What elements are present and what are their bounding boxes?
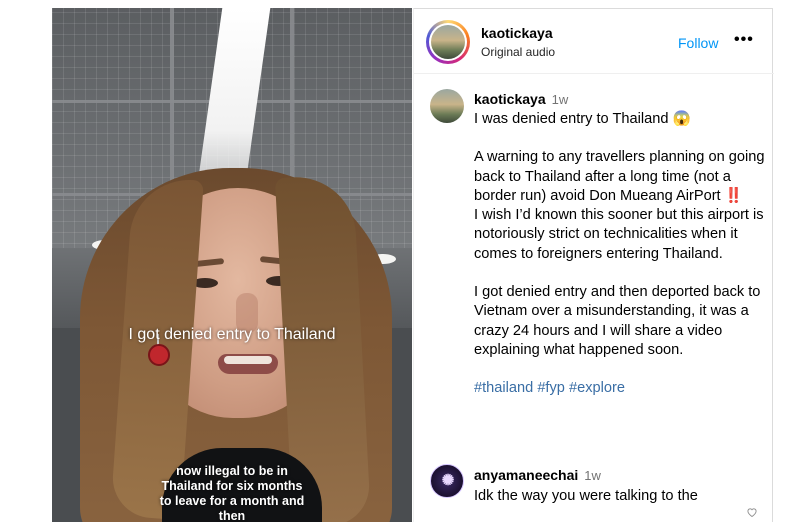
instagram-post-view: I got denied entry to Thailand now illeg… — [0, 0, 800, 522]
comment-username[interactable]: anyamaneechai — [474, 467, 578, 483]
video-caption-sub: now illegal to be in Thailand for six mo… — [52, 464, 412, 522]
caption-line: Thailand for six months — [161, 479, 303, 493]
caption-paragraph: I got denied entry and then deported bac… — [474, 284, 761, 358]
hashtag-list: #thailand #fyp #explore — [474, 379, 766, 398]
audio-label[interactable]: Original audio — [481, 45, 555, 59]
caption-line: then — [218, 509, 246, 522]
caption-avatar[interactable] — [430, 89, 464, 123]
reel-video[interactable]: I got denied entry to Thailand now illeg… — [52, 8, 412, 522]
more-options-icon[interactable]: ••• — [734, 31, 754, 49]
profile-avatar[interactable] — [426, 20, 470, 64]
avatar-glyph: ✺ — [441, 472, 455, 489]
post-header: kaotickaya Original audio Follow ••• — [414, 9, 774, 74]
video-caption-main: I got denied entry to Thailand — [128, 326, 336, 343]
caption-line: to leave for a month and — [159, 494, 305, 508]
caption-timestamp[interactable]: 1w — [552, 92, 569, 107]
person-teeth — [224, 356, 272, 364]
caption-line: now illegal to be in — [176, 464, 288, 478]
avatar-border — [429, 23, 467, 61]
caption-paragraph: A warning to any travellers planning on … — [474, 149, 765, 204]
post-side-panel: kaotickaya Original audio Follow ••• kao… — [413, 8, 774, 522]
caption-text: I was denied entry to Thailand 😱 A warni… — [474, 110, 766, 399]
header-username[interactable]: kaotickaya — [481, 25, 553, 41]
comment-timestamp[interactable]: 1w — [584, 468, 601, 483]
comment-text: Idk the way you were talking to the — [474, 488, 698, 504]
comment-avatar[interactable]: ✺ — [430, 464, 464, 498]
caption-username[interactable]: kaotickaya — [474, 91, 546, 107]
caption-header: kaotickaya 1w — [474, 91, 568, 107]
caption-paragraph: I was denied entry to Thailand 😱 — [474, 111, 691, 127]
caption-paragraph: I wish I’d known this sooner but this ai… — [474, 207, 764, 262]
hashtag-link[interactable]: #explore — [569, 380, 625, 396]
hashtag-link[interactable]: #fyp — [537, 380, 565, 396]
comment-header: anyamaneechai 1w — [474, 467, 601, 483]
earring — [148, 344, 170, 366]
hashtag-link[interactable]: #thailand — [474, 380, 533, 396]
avatar-image — [431, 25, 465, 59]
follow-button[interactable]: Follow — [678, 35, 718, 51]
like-heart-icon[interactable] — [746, 507, 758, 517]
